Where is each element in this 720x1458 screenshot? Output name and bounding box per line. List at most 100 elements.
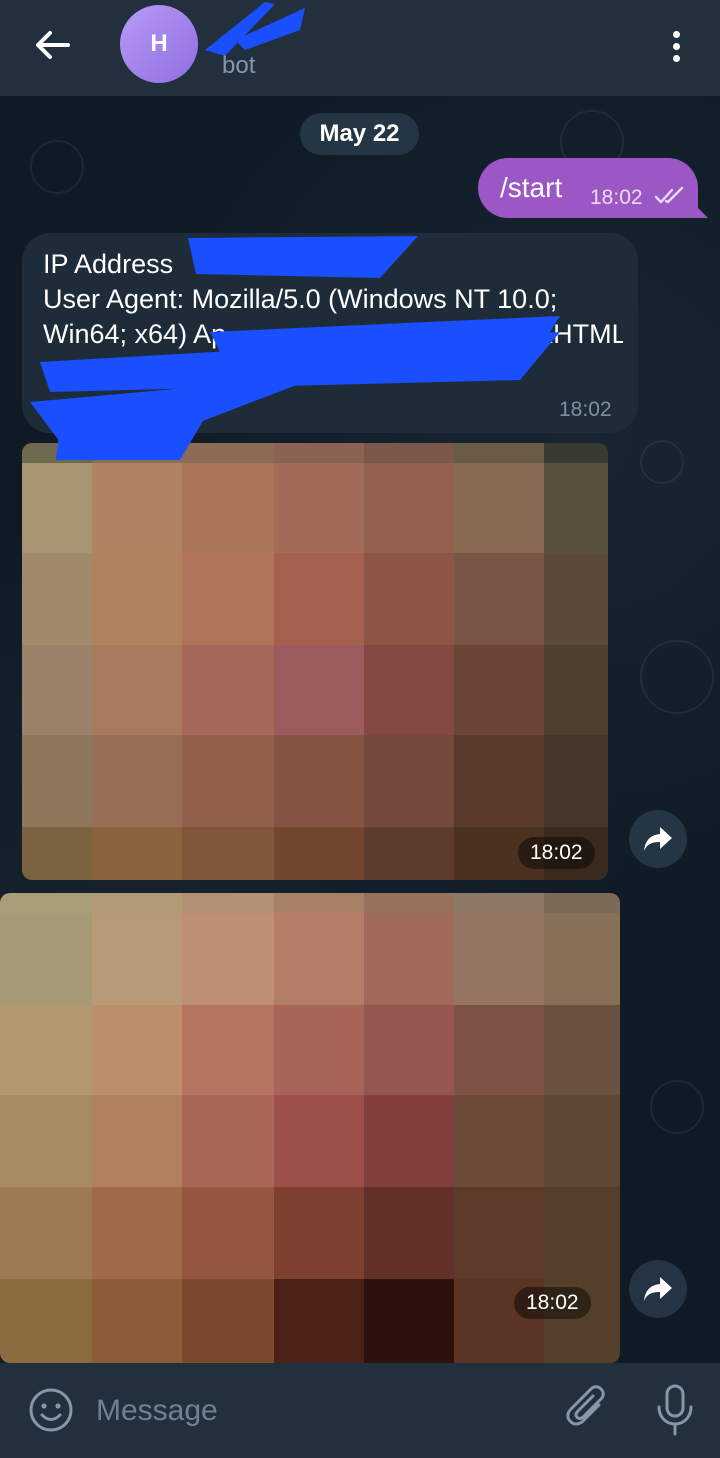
pixel-block [274, 1005, 364, 1095]
pixel-block [22, 735, 92, 827]
pixel-block [544, 1005, 620, 1095]
pixel-block [92, 553, 182, 645]
pixel-block [544, 645, 608, 735]
doodle [650, 1080, 704, 1134]
pixel-block [274, 1279, 364, 1363]
pixel-block [544, 1187, 620, 1279]
pixel-block [364, 913, 454, 1005]
pixel-block [364, 827, 454, 880]
date-separator: May 22 [300, 113, 419, 155]
pixel-block [274, 893, 364, 913]
doodle [30, 140, 84, 194]
pixel-block [274, 735, 364, 827]
message-text: /start [500, 172, 563, 203]
pixel-block [92, 645, 182, 735]
vertical-dots-icon [672, 30, 680, 38]
share-arrow-icon [644, 1277, 672, 1301]
pixel-block [22, 645, 92, 735]
outgoing-message[interactable]: /start 18:02 [478, 158, 708, 218]
back-button[interactable] [22, 20, 82, 70]
chat-header: H bot [0, 0, 720, 96]
avatar-initial: H [150, 30, 168, 57]
pixel-block [274, 913, 364, 1005]
photo-time: 18:02 [514, 1287, 591, 1319]
pixel-block [182, 893, 274, 913]
pixel-block [364, 893, 454, 913]
pixel-block [92, 735, 182, 827]
pixel-block [92, 893, 182, 913]
redaction-scribble [205, 2, 305, 56]
double-check-icon [654, 186, 684, 204]
pixel-block [364, 1005, 454, 1095]
pixel-block [454, 1005, 544, 1095]
pixel-block [182, 1005, 274, 1095]
pixel-block [274, 1187, 364, 1279]
pixel-block [364, 1095, 454, 1187]
pixel-block [364, 553, 454, 645]
pixel-block [182, 463, 274, 553]
chat-subtitle: bot [222, 52, 256, 79]
arrow-left-icon [36, 31, 70, 59]
pixel-block [364, 1279, 454, 1363]
message-input[interactable] [94, 1387, 538, 1435]
smiley-icon[interactable] [28, 1387, 74, 1433]
pixel-block [454, 463, 544, 553]
pixel-block [92, 1279, 182, 1363]
pixelated-image [22, 443, 608, 880]
pixel-block [182, 1095, 274, 1187]
pixel-block [182, 735, 274, 827]
message-time: 18:02 [590, 186, 643, 209]
pixel-block [0, 913, 92, 1005]
pixel-block [0, 1095, 92, 1187]
photo-time: 18:02 [518, 837, 595, 869]
dot [672, 54, 680, 62]
avatar[interactable]: H [120, 5, 198, 83]
pixel-block [182, 1279, 274, 1363]
bubble-tail [694, 204, 708, 218]
pixel-block [454, 913, 544, 1005]
pixel-block [544, 735, 608, 827]
pixel-block [182, 827, 274, 880]
pixel-block [544, 913, 620, 1005]
pixel-block [454, 553, 544, 645]
pixel-block [0, 1187, 92, 1279]
pixel-block [182, 913, 274, 1005]
dot [672, 42, 680, 50]
pixel-block [274, 553, 364, 645]
pixel-block [454, 893, 544, 913]
pixel-block [274, 463, 364, 553]
doodle [640, 440, 684, 484]
pixel-block [544, 893, 620, 913]
message-composer [0, 1363, 720, 1458]
pixel-block [364, 735, 454, 827]
pixel-block [454, 735, 544, 827]
pixel-block [22, 553, 92, 645]
pixel-block [92, 913, 182, 1005]
pixel-block [364, 645, 454, 735]
forward-button[interactable] [629, 1260, 687, 1318]
redaction-scribble [30, 236, 560, 460]
paperclip-icon[interactable] [565, 1385, 611, 1435]
pixel-block [274, 827, 364, 880]
pixel-block [454, 1095, 544, 1187]
pixel-block [22, 827, 92, 880]
pixel-block [92, 1005, 182, 1095]
forward-button[interactable] [629, 810, 687, 868]
pixel-block [544, 463, 608, 553]
photo-message[interactable]: 18:02 [22, 443, 608, 880]
pixel-block [182, 645, 274, 735]
more-menu-button[interactable] [652, 22, 700, 70]
photo-message[interactable]: 18:02 [0, 893, 620, 1363]
pixel-block [92, 1187, 182, 1279]
pixel-block [0, 1279, 92, 1363]
share-arrow-icon [644, 827, 672, 851]
pixel-block [364, 463, 454, 553]
pixel-block [544, 1095, 620, 1187]
pixel-block [0, 893, 92, 913]
pixel-block [0, 1005, 92, 1095]
doodle [640, 640, 714, 714]
microphone-icon[interactable] [654, 1383, 696, 1437]
pixel-block [92, 827, 182, 880]
pixel-block [454, 1187, 544, 1279]
pixel-block [92, 463, 182, 553]
